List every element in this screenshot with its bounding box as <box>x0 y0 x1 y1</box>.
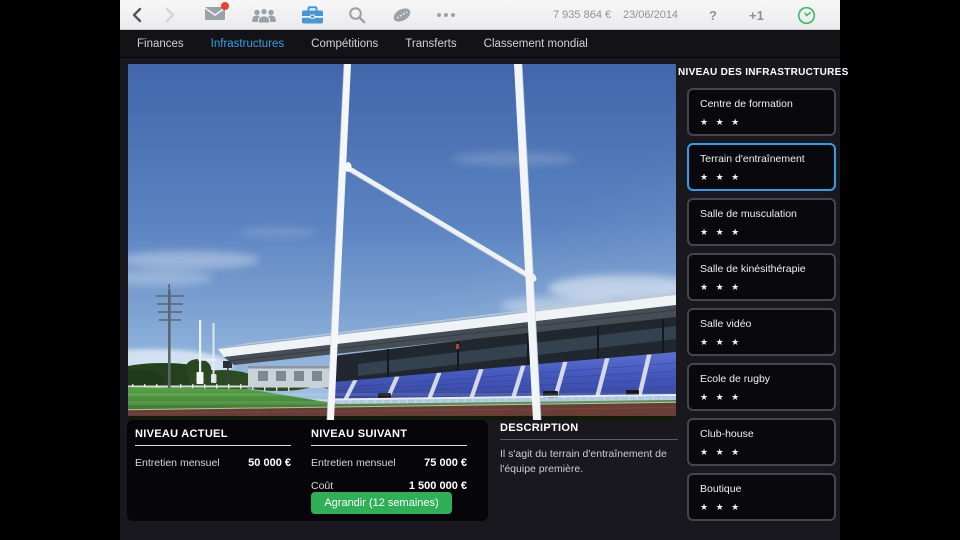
infrastructure-label: Boutique <box>700 483 742 495</box>
team-icon <box>252 7 276 23</box>
star-rating: ★ ★ ★ <box>700 337 740 347</box>
infrastructure-card-terrain-d-entra-nement[interactable]: Terrain d'entraînement ★ ★ ★ <box>687 143 836 191</box>
messages-button[interactable] <box>204 0 229 30</box>
advance-time-button[interactable] <box>797 0 816 30</box>
topbar: 7 935 864 € 23/06/2014 ? +1 <box>120 0 840 30</box>
help-label: ? <box>709 7 717 23</box>
forward-icon <box>165 7 175 23</box>
team-button[interactable] <box>251 0 277 30</box>
back-icon <box>132 7 142 23</box>
star-rating: ★ ★ ★ <box>700 227 740 237</box>
date-display: 23/06/2014 <box>623 0 678 30</box>
match-button[interactable] <box>391 0 413 30</box>
star-rating: ★ ★ ★ <box>700 117 740 127</box>
infrastructure-label: Terrain d'entraînement <box>700 153 805 165</box>
date-value: 23/06/2014 <box>623 9 679 21</box>
screen: 7 935 864 € 23/06/2014 ? +1 Finances Infr… <box>0 0 960 540</box>
infrastructure-label: Salle de musculation <box>700 208 797 220</box>
stat-value: 1 500 000 € <box>408 480 467 492</box>
stat-value: 75 000 € <box>424 457 467 469</box>
tab-comp-titions[interactable]: Compétitions <box>311 38 378 50</box>
infrastructure-label: Club-house <box>700 428 754 440</box>
tab-transferts[interactable]: Transferts <box>405 38 456 50</box>
stat-value: 50 000 € <box>248 457 291 469</box>
star-rating: ★ ★ ★ <box>700 392 740 402</box>
stadium-photo <box>128 64 676 420</box>
nav-tabs: Finances Infrastructures Compétitions Trans… <box>120 30 840 58</box>
stat-row: Coût 1 500 000 € <box>311 480 467 492</box>
infrastructure-card-salle-de-kin-sith-rapie[interactable]: Salle de kinésithérapie ★ ★ ★ <box>687 253 836 301</box>
divider <box>135 445 291 446</box>
plus-one-button[interactable]: +1 <box>749 0 764 30</box>
more-button[interactable] <box>436 0 456 30</box>
next-level-section: NIVEAU SUIVANT Entretien mensuel 75 000 €… <box>311 428 467 492</box>
more-icon <box>437 13 455 17</box>
stat-label: Entretien mensuel <box>311 457 396 469</box>
stadium-illustration <box>128 64 676 420</box>
stat-label: Coût <box>311 480 334 492</box>
star-rating: ★ ★ ★ <box>700 282 740 292</box>
game-window: 7 935 864 € 23/06/2014 ? +1 Finances Infr… <box>120 0 849 540</box>
infrastructure-card-salle-vid-o[interactable]: Salle vidéo ★ ★ ★ <box>687 308 836 356</box>
infrastructure-card-boutique[interactable]: Boutique ★ ★ ★ <box>687 473 836 521</box>
business-button[interactable] <box>301 0 324 30</box>
infrastructure-label: Ecole de rugby <box>700 373 771 385</box>
budget-value: 7 935 864 € <box>553 9 612 21</box>
rugby-ball-icon <box>393 8 411 22</box>
briefcase-icon <box>302 6 323 24</box>
current-level-title: NIVEAU ACTUEL <box>135 428 228 440</box>
search-button[interactable] <box>348 0 366 30</box>
search-icon <box>349 7 366 24</box>
description-section: DESCRIPTION Il s'agit du terrain d'entra… <box>500 422 678 477</box>
divider <box>500 439 678 440</box>
infrastructure-card-ecole-de-rugby[interactable]: Ecole de rugby ★ ★ ★ <box>687 363 836 411</box>
star-rating: ★ ★ ★ <box>700 447 740 457</box>
sidebar-title: NIVEAU DES INFRASTRUCTURES <box>678 67 849 78</box>
infrastructure-label: Salle de kinésithérapie <box>700 263 806 275</box>
upgrade-button[interactable]: Agrandir (12 semaines) <box>311 492 452 514</box>
tab-classement-mondial[interactable]: Classement mondial <box>484 38 588 50</box>
current-level-section: NIVEAU ACTUEL Entretien mensuel 50 000 € <box>135 428 291 469</box>
infrastructure-label: Salle vidéo <box>700 318 752 330</box>
stat-row: Entretien mensuel 75 000 € <box>311 457 467 469</box>
clock-icon <box>797 6 816 24</box>
forward-button[interactable] <box>163 0 177 30</box>
tab-finances[interactable]: Finances <box>137 38 184 50</box>
infrastructure-card-club-house[interactable]: Club-house ★ ★ ★ <box>687 418 836 466</box>
star-rating: ★ ★ ★ <box>700 172 740 182</box>
infrastructure-label: Centre de formation <box>700 98 793 110</box>
star-rating: ★ ★ ★ <box>700 502 740 512</box>
notification-badge <box>221 1 229 10</box>
description-text: Il s'agit du terrain d'entraînement de l… <box>500 448 667 475</box>
stat-row: Entretien mensuel 50 000 € <box>135 457 291 469</box>
next-level-title: NIVEAU SUIVANT <box>311 428 408 440</box>
tab-infrastructures[interactable]: Infrastructures <box>211 38 285 50</box>
stat-label: Entretien mensuel <box>135 457 220 469</box>
infrastructure-card-centre-de-formation[interactable]: Centre de formation ★ ★ ★ <box>687 88 836 136</box>
help-button[interactable]: ? <box>709 0 717 30</box>
divider <box>311 445 467 446</box>
description-title: DESCRIPTION <box>500 422 579 434</box>
level-panel: NIVEAU ACTUEL Entretien mensuel 50 000 € … <box>127 420 488 521</box>
plus-one-label: +1 <box>749 7 764 23</box>
budget-display: 7 935 864 € <box>553 0 611 30</box>
back-button[interactable] <box>130 0 144 30</box>
infrastructure-card-salle-de-musculation[interactable]: Salle de musculation ★ ★ ★ <box>687 198 836 246</box>
